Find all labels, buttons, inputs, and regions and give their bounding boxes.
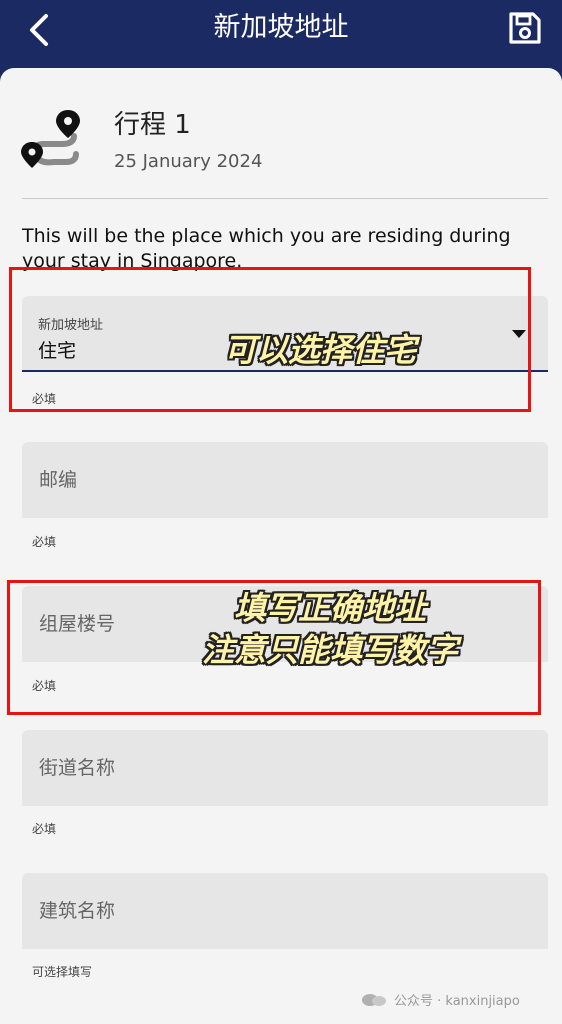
watermark: 公众号 · kanxinjiapo xyxy=(360,990,520,1009)
page-title: 新加坡地址 xyxy=(213,12,349,43)
form-card: 行程 1 25 January 2024 This will be the pl… xyxy=(0,68,562,1024)
street-name-field[interactable]: 街道名称 xyxy=(22,730,548,806)
wechat-icon xyxy=(362,993,386,1006)
annotation-text: 填写正确地址 xyxy=(233,589,426,627)
field-placeholder: 街道名称 xyxy=(39,757,116,779)
field-hint: 必填 xyxy=(32,535,57,549)
watermark-text: 公众号 · kanxinjiapo xyxy=(394,994,520,1009)
route-pins-icon xyxy=(21,110,80,168)
trip-name: 行程 1 xyxy=(114,110,191,140)
divider xyxy=(22,198,548,199)
save-icon xyxy=(509,12,541,44)
top-app-bar: 新加坡地址 xyxy=(0,0,562,70)
annotation-text: 注意只能填写数字 xyxy=(201,631,458,669)
field-hint: 可选择填写 xyxy=(32,965,93,979)
field-placeholder: 邮编 xyxy=(39,469,78,491)
save-button[interactable] xyxy=(507,10,543,46)
field-placeholder: 建筑名称 xyxy=(39,900,116,922)
trip-date: 25 January 2024 xyxy=(114,151,263,172)
field-hint: 必填 xyxy=(32,822,57,836)
annotation-text: 可以选择住宅 xyxy=(223,331,416,369)
building-name-field[interactable]: 建筑名称 xyxy=(22,873,548,949)
postal-code-field[interactable]: 邮编 xyxy=(22,442,548,518)
